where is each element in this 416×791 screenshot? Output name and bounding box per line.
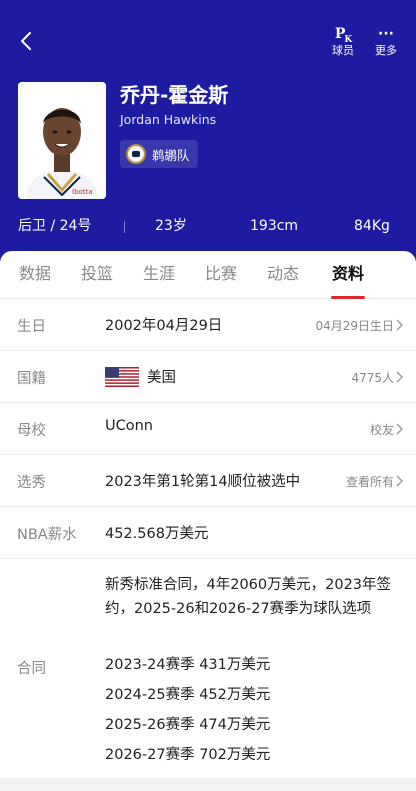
college-row[interactable]: 母校 UConn 校友 <box>0 403 416 455</box>
player-name-cn: 乔丹-霍金斯 <box>120 83 229 107</box>
player-basic-stats: 后卫 / 24号 23岁 193cm 84Kg <box>0 206 416 246</box>
tab-news[interactable]: 动态 <box>258 262 308 286</box>
tab-career[interactable]: 生涯 <box>134 262 184 286</box>
pelicans-logo-icon <box>126 144 146 164</box>
contract-row: 合同 新秀标准合同，4年2060万美元，2023年签约，2025-26和2026… <box>0 559 416 775</box>
draft-label: 选秀 <box>17 475 46 491</box>
contract-summary: 新秀标准合同，4年2060万美元，2023年签约，2025-26和2026-27… <box>105 577 392 617</box>
tab-stats[interactable]: 数据 <box>10 262 60 286</box>
more-label: 更多 <box>375 44 397 57</box>
player-name-en: Jordan Hawkins <box>120 112 217 127</box>
alumni-link: 校友 <box>369 423 394 437</box>
height: 193cm <box>250 218 299 234</box>
college-value: UConn <box>105 418 153 434</box>
contract-season: 2023-24赛季 431万美元 <box>105 657 271 673</box>
us-flag-icon <box>105 367 139 387</box>
nationality-label: 国籍 <box>17 371 46 387</box>
salary-label: NBA薪水 <box>17 527 77 543</box>
tab-profile[interactable]: 资料 <box>323 262 373 286</box>
contract-label: 合同 <box>17 661 46 677</box>
player-pk-button[interactable]: PK 球员 <box>323 24 363 58</box>
back-icon[interactable] <box>14 28 40 54</box>
team-name: 鹈鹕队 <box>152 147 190 163</box>
birthday-label: 生日 <box>17 319 46 335</box>
tab-shooting[interactable]: 投篮 <box>72 262 122 286</box>
player-header: PK 球员 ··· 更多 Ibotta 乔丹-霍金斯 Jordan Hawkin… <box>0 0 416 262</box>
weight: 84Kg <box>354 218 390 234</box>
player-avatar: Ibotta <box>18 82 106 199</box>
salary-row: NBA薪水 452.568万美元 <box>0 507 416 559</box>
age: 23岁 <box>155 218 187 234</box>
birthday-row[interactable]: 生日 2002年04月29日 04月29日生日 <box>0 299 416 351</box>
bottom-spacer <box>0 778 416 791</box>
birthday-right-text: 04月29日生日 <box>315 319 394 333</box>
view-all-link: 查看所有 <box>345 475 394 489</box>
draft-value: 2023年第1轮第14顺位被选中 <box>105 474 301 490</box>
salary-value: 452.568万美元 <box>105 526 209 542</box>
svg-text:Ibotta: Ibotta <box>72 188 93 196</box>
contract-season: 2025-26赛季 474万美元 <box>105 717 271 733</box>
contract-season: 2024-25赛季 452万美元 <box>105 687 271 703</box>
chevron-right-icon <box>396 371 404 383</box>
pk-icon: PK <box>334 26 352 45</box>
birthday-value: 2002年04月29日 <box>105 318 223 334</box>
nationality-count: 4775人 <box>351 371 394 385</box>
stats-divider <box>124 221 125 233</box>
tab-bar: 数据 投篮 生涯 比赛 动态 资料 <box>0 251 416 299</box>
position-number: 后卫 / 24号 <box>18 218 92 234</box>
nationality-row[interactable]: 国籍 美国 4775人 <box>0 351 416 403</box>
tab-games[interactable]: 比赛 <box>196 262 246 286</box>
nationality-value: 美国 <box>147 370 176 386</box>
college-label: 母校 <box>17 423 46 439</box>
team-chip[interactable]: 鹈鹕队 <box>120 140 198 168</box>
chevron-right-icon <box>396 423 404 435</box>
pk-label: 球员 <box>332 44 354 57</box>
chevron-right-icon <box>396 475 404 487</box>
chevron-right-icon <box>396 319 404 331</box>
draft-row[interactable]: 选秀 2023年第1轮第14顺位被选中 查看所有 <box>0 455 416 507</box>
profile-content: 数据 投篮 生涯 比赛 动态 资料 生日 2002年04月29日 04月29日生… <box>0 251 416 791</box>
more-icon: ··· <box>378 26 394 42</box>
contract-season: 2026-27赛季 702万美元 <box>105 747 271 763</box>
more-button[interactable]: ··· 更多 <box>366 24 406 58</box>
